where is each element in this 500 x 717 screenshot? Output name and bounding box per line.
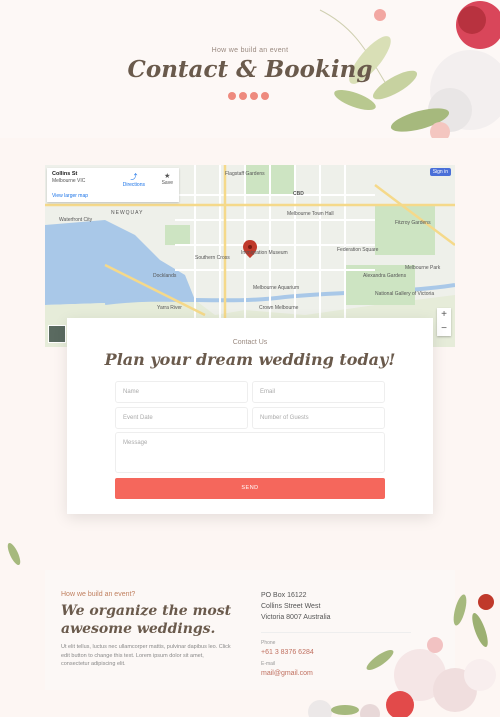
zoom-controls: + − (437, 308, 451, 336)
map-place-name: Collins St (52, 171, 78, 177)
event-date-input[interactable]: Event Date (115, 407, 248, 429)
message-textarea[interactable]: Message (115, 432, 385, 473)
social-links (228, 92, 269, 100)
form-title: Plan your dream wedding today! (104, 350, 396, 369)
form-eyebrow: Contact Us (232, 339, 268, 346)
email-label: E-mail (261, 661, 276, 667)
map-label: Crown Melbourne (259, 305, 299, 311)
map-label: Melbourne Town Hall (287, 211, 334, 217)
email-input[interactable]: Email (252, 381, 385, 403)
about-title: We organize the most awesome weddings. (61, 603, 232, 637)
map-label: Immigration Museum (241, 250, 288, 256)
email-link[interactable]: mail@gmail.com (261, 670, 313, 677)
map-info-card: Collins St Melbourne VIC View larger map… (47, 168, 179, 202)
instagram-icon[interactable] (261, 92, 269, 100)
about-body: Ut elit tellus, luctus nec ullamcorper m… (61, 644, 231, 667)
contact-form-card: Contact Us Plan your dream wedding today… (67, 318, 433, 514)
zoom-out-button[interactable]: − (437, 322, 451, 336)
satellite-toggle[interactable] (48, 325, 66, 343)
linkedin-icon[interactable] (250, 92, 258, 100)
map-label: Yarra River (157, 305, 182, 311)
star-icon: ★ (164, 173, 171, 180)
facebook-icon[interactable] (228, 92, 236, 100)
page-title: Contact & Booking (127, 56, 373, 83)
guests-input[interactable]: Number of Guests (252, 407, 385, 429)
map-label: National Gallery of Victoria (375, 291, 435, 297)
map-label: Flagstaff Gardens (225, 171, 265, 177)
send-button[interactable]: SEND (115, 478, 385, 499)
save-label: Save (161, 180, 173, 186)
twitter-icon[interactable] (239, 92, 247, 100)
map-label: CBD (293, 191, 304, 197)
phone-link[interactable]: +61 3 8376 6284 (261, 649, 314, 656)
directions-button[interactable]: ⤴ Directions (123, 172, 145, 188)
save-button[interactable]: ★ Save (162, 172, 173, 186)
view-larger-map-link[interactable]: View larger map (52, 193, 88, 199)
address-line: Victoria 8007 Australia (261, 614, 331, 621)
about-eyebrow: How we build an event? (61, 591, 136, 598)
map-label: Fitzroy Gardens (395, 220, 431, 226)
sign-in-button[interactable]: Sign in (429, 168, 451, 176)
directions-icon: ⤴ (130, 174, 138, 181)
hero-eyebrow: How we build an event (211, 47, 289, 54)
map-label: Southern Cross (195, 255, 230, 261)
directions-label: Directions (122, 182, 145, 188)
map-label: Waterfront City (59, 217, 93, 223)
map-label: Melbourne Park (405, 265, 441, 271)
map-label: Melbourne Aquarium (253, 285, 300, 291)
map-label: NEWQUAY (111, 210, 144, 216)
zoom-in-button[interactable]: + (437, 308, 451, 322)
map-label: Docklands (153, 273, 177, 279)
map-label: Federation Square (337, 247, 379, 253)
phone-label: Phone (261, 640, 276, 646)
map-label: Alexandra Gardens (363, 273, 407, 279)
name-input[interactable]: Name (115, 381, 248, 403)
address-line: Collins Street West (261, 603, 321, 610)
address-line: PO Box 16122 (261, 592, 307, 599)
floral-decoration (308, 700, 380, 717)
map-place-address: Melbourne VIC (52, 178, 86, 184)
hero-section: How we build an event Contact & Booking (0, 0, 500, 138)
leaf-decoration (7, 542, 21, 566)
